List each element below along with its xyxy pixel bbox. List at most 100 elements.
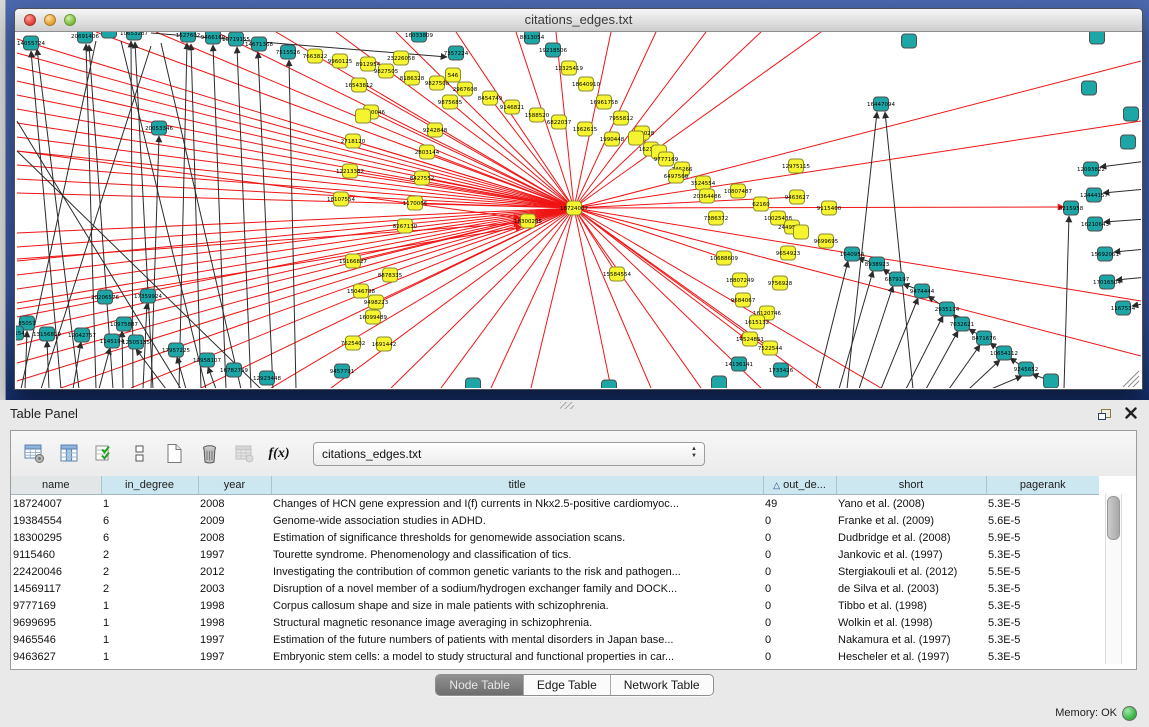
table-scrollbar[interactable] — [1105, 494, 1122, 664]
graph-node[interactable] — [1090, 32, 1105, 44]
tab-network-table[interactable]: Network Table — [610, 675, 713, 695]
graph-node[interactable]: 17957225 — [162, 343, 190, 357]
graph-node[interactable] — [466, 378, 481, 388]
graph-node[interactable]: 7663822 — [303, 49, 328, 63]
graph-node[interactable]: 9457791 — [330, 364, 355, 378]
graph-node[interactable]: 7386372 — [704, 211, 729, 225]
close-button[interactable] — [24, 14, 36, 26]
graph-node[interactable]: 12444157 — [1080, 188, 1108, 202]
graph-node[interactable] — [102, 32, 117, 38]
table-row[interactable]: 946554611997Estimation of the future num… — [11, 631, 1099, 648]
graph-node[interactable]: 1691442 — [372, 337, 397, 351]
graph-node[interactable]: 9699695 — [814, 234, 839, 248]
column-header-name[interactable]: name — [11, 476, 101, 495]
graph-node[interactable]: 7357224 — [444, 46, 469, 60]
graph-node[interactable]: 9463627 — [785, 190, 810, 204]
graph-node[interactable]: 12923448 — [253, 371, 281, 385]
graph-node[interactable] — [712, 376, 727, 388]
graph-node[interactable]: 8813054 — [520, 32, 545, 44]
graph-node[interactable]: 18107554 — [327, 192, 355, 206]
graph-node[interactable]: 10654112 — [990, 346, 1018, 360]
graph-node[interactable]: 12042757 — [68, 328, 96, 342]
graph-node[interactable]: 16210643 — [1081, 217, 1109, 231]
graph-node[interactable]: 1170066 — [403, 196, 428, 210]
graph-node[interactable]: 8454749 — [478, 91, 503, 105]
graph-node[interactable]: 62160 — [752, 197, 770, 211]
graph-node[interactable]: 8215958 — [1059, 201, 1084, 215]
graph-node[interactable]: 15584554 — [603, 267, 631, 281]
graph-node[interactable]: 2935114 — [935, 302, 960, 316]
graph-node[interactable]: 14055724 — [17, 36, 45, 50]
graph-node[interactable]: 2967608 — [453, 82, 478, 96]
graph-node[interactable]: 16447094 — [867, 97, 895, 111]
graph-node[interactable]: 20691406 — [71, 32, 99, 43]
table-row[interactable]: 969969511998Structural magnetic resonanc… — [11, 614, 1099, 631]
graph-node[interactable]: 10975887 — [110, 317, 138, 331]
graph-node[interactable] — [794, 225, 809, 239]
graph-node[interactable]: 8878335 — [378, 268, 403, 282]
column-select-icon[interactable] — [56, 441, 82, 467]
table-row[interactable]: 2242004622012Investigating the contribut… — [11, 563, 1099, 580]
column-header-title[interactable]: title — [271, 476, 763, 495]
graph-node[interactable]: 7515526 — [276, 45, 301, 59]
zoom-button[interactable] — [64, 14, 76, 26]
delete-table-icon[interactable] — [196, 441, 222, 467]
graph-node[interactable]: 9115460 — [817, 201, 842, 215]
graph-node[interactable] — [902, 34, 917, 48]
graph-node[interactable]: 7955812 — [609, 111, 634, 125]
check-rows-icon[interactable] — [91, 441, 117, 467]
graph-node[interactable] — [602, 380, 617, 388]
table-row[interactable]: 1830029562008Estimation of significance … — [11, 529, 1099, 546]
table-row[interactable]: 1938455462009Genome-wide association stu… — [11, 512, 1099, 529]
window-titlebar[interactable]: citations_edges.txt — [15, 9, 1142, 32]
graph-node[interactable]: 16543812 — [345, 78, 373, 92]
graph-node[interactable] — [1044, 374, 1059, 388]
column-header-year[interactable]: year — [198, 476, 271, 495]
graph-node[interactable]: 9245652 — [1014, 362, 1039, 376]
table-row[interactable]: 946362711997Embryonic stem cells: a mode… — [11, 648, 1099, 665]
column-header-out_de[interactable]: △ out_de... — [763, 476, 836, 495]
column-header-pagerank[interactable]: pagerank — [986, 476, 1099, 495]
graph-node[interactable]: 16033809 — [405, 32, 433, 42]
column-header-in_degree[interactable]: in_degree — [101, 476, 198, 495]
graph-node[interactable]: 546 — [446, 68, 461, 82]
graph-node[interactable]: 1362615 — [573, 122, 598, 136]
graph-node[interactable]: 10688609 — [710, 251, 738, 265]
graph-node[interactable]: 14136141 — [725, 357, 753, 371]
column-header-short[interactable]: short — [836, 476, 986, 495]
row-merge-icon[interactable] — [126, 441, 152, 467]
graph-node[interactable]: 7522544 — [758, 341, 783, 355]
graph-node[interactable]: 9960125 — [328, 54, 353, 68]
graph-node[interactable]: 19218506 — [539, 43, 567, 57]
graph-node[interactable]: 16961758 — [590, 95, 618, 109]
graph-node[interactable]: 1167534 — [1111, 301, 1136, 315]
minimize-button[interactable] — [44, 14, 56, 26]
graph-node[interactable]: 16782759 — [220, 363, 248, 377]
window-resize-grip[interactable] — [1123, 371, 1139, 387]
graph-node[interactable]: 2718120 — [341, 134, 366, 148]
graph-node[interactable]: 1145194 — [100, 334, 125, 348]
panel-divider-grip[interactable] — [560, 402, 574, 409]
table-row[interactable]: 1872400712008Changes of HCN gene express… — [11, 495, 1099, 513]
function-builder-icon[interactable]: f(x) — [266, 441, 292, 467]
graph-node[interactable]: 12975115 — [782, 159, 810, 173]
graph-node[interactable]: 10807487 — [724, 184, 752, 198]
graph-node[interactable]: 9654923 — [776, 246, 801, 260]
graph-node[interactable]: 9474444 — [910, 284, 935, 298]
graph-node[interactable]: 18807249 — [726, 273, 754, 287]
graph-node[interactable] — [1082, 81, 1097, 95]
graph-node[interactable] — [629, 131, 644, 145]
table-row[interactable]: 1456911722003Disruption of a novel membe… — [11, 580, 1099, 597]
tab-edge-table[interactable]: Edge Table — [523, 675, 610, 695]
graph-node[interactable]: 3524554 — [691, 176, 716, 190]
graph-node[interactable]: 10653287 — [120, 32, 148, 40]
table-row[interactable]: 977716911998Corpus callosum shape and si… — [11, 597, 1099, 614]
graph-node[interactable]: 12093822 — [1077, 162, 1105, 176]
graph-node[interactable] — [356, 109, 371, 123]
table-settings-icon[interactable] — [21, 441, 47, 467]
close-panel-icon[interactable] — [1125, 406, 1137, 424]
graph-node[interactable]: 9242848 — [423, 123, 448, 137]
graph-node[interactable]: 6822037 — [547, 115, 572, 129]
graph-node[interactable]: 17359924 — [134, 289, 162, 303]
graph-node[interactable]: 6879197 — [885, 272, 910, 286]
